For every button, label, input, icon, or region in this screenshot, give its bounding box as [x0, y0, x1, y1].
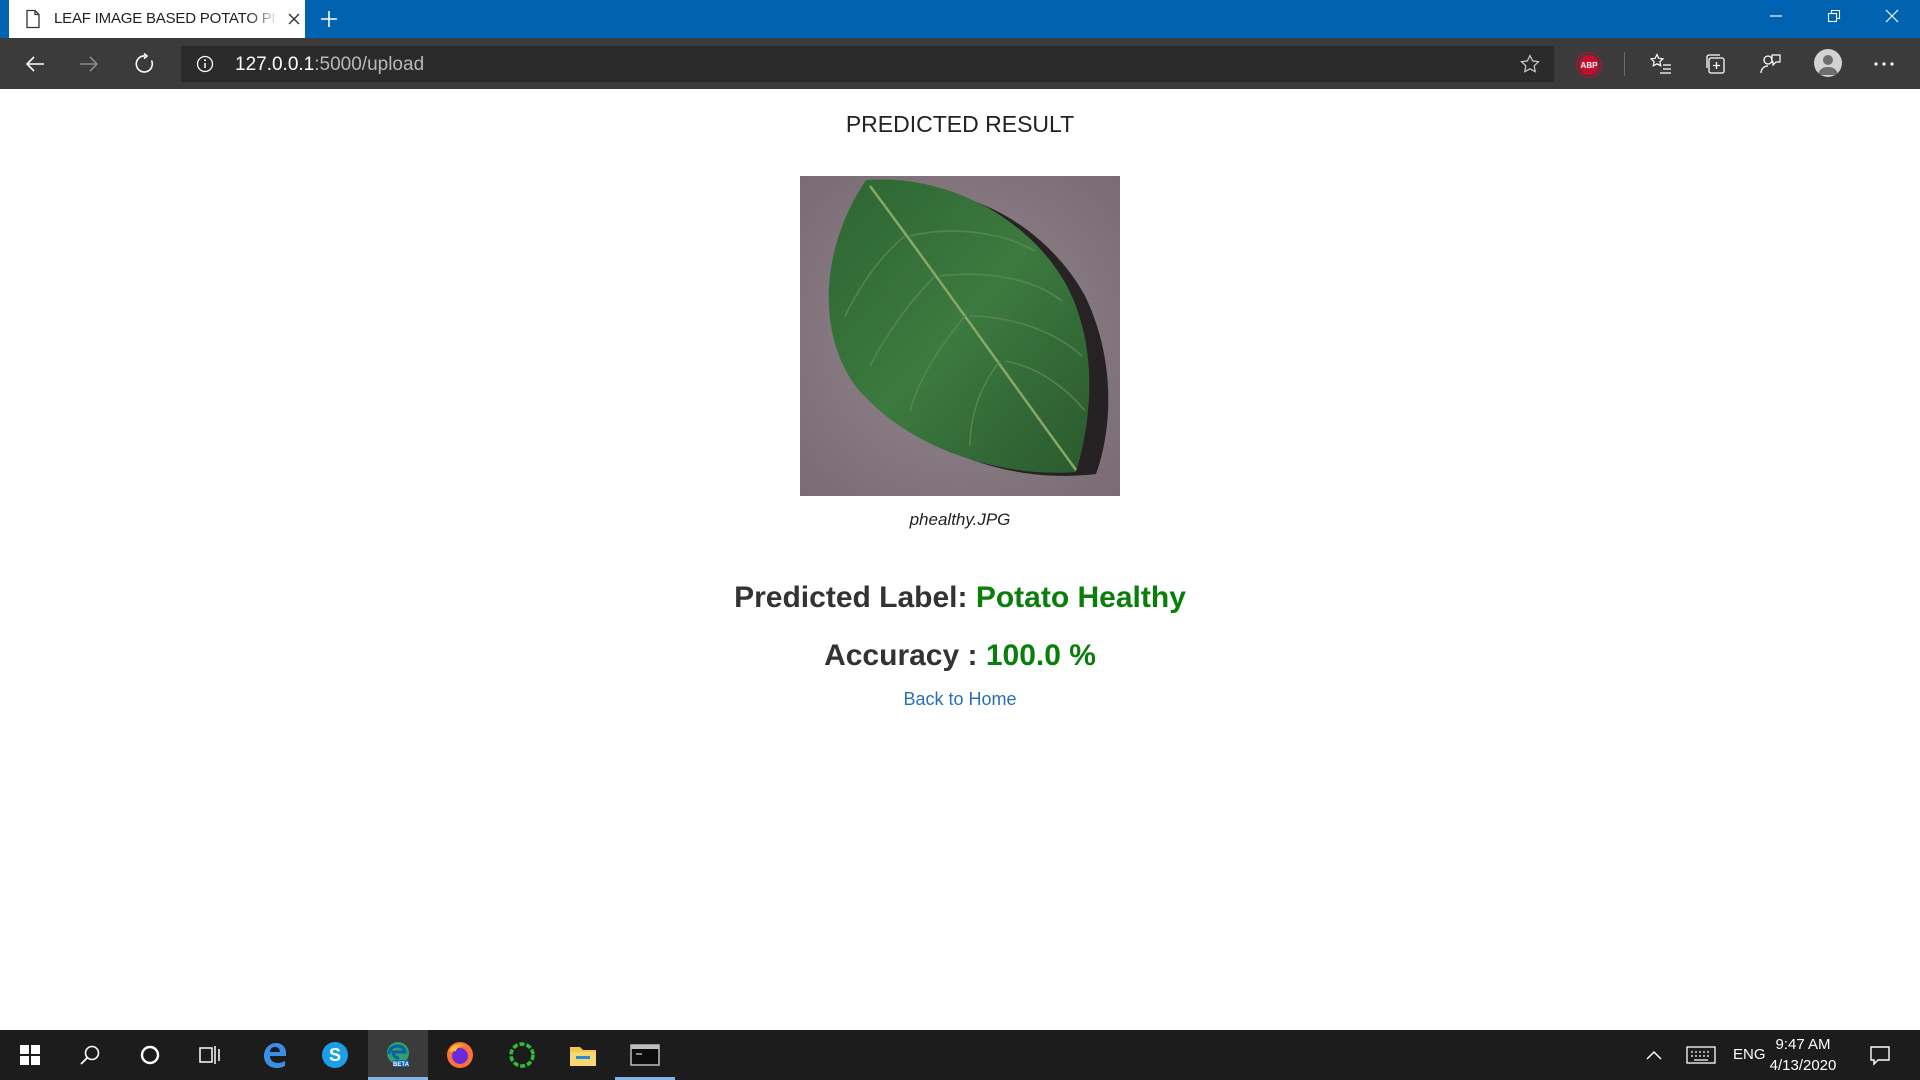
keyboard-icon [1686, 1046, 1716, 1064]
feedback-icon [1760, 54, 1781, 74]
favorite-star-icon[interactable] [1520, 54, 1540, 74]
cortana-circle-icon [140, 1045, 160, 1065]
start-button[interactable] [0, 1030, 60, 1080]
favorites-button[interactable] [1645, 48, 1677, 80]
predicted-label: Predicted Label: Potato Healthy [0, 581, 1920, 615]
collections-icon [1706, 54, 1725, 74]
taskbar-green-app[interactable] [492, 1030, 552, 1080]
clock-time: 9:47 AM [1775, 1036, 1831, 1053]
url-text[interactable]: 127.0.0.1:5000/upload [235, 54, 424, 76]
refresh-icon [135, 53, 154, 73]
toolbar-divider [1624, 52, 1625, 76]
svg-text:BETA: BETA [393, 1062, 410, 1068]
action-center-button[interactable] [1858, 1030, 1902, 1080]
adblock-extension-icon[interactable]: ABP [1577, 53, 1601, 77]
task-view-button[interactable] [180, 1030, 240, 1080]
edge-legacy-icon [264, 1043, 286, 1068]
taskbar-edge-legacy[interactable] [244, 1030, 304, 1080]
url-path: :5000/upload [314, 54, 425, 75]
profile-avatar[interactable] [1814, 49, 1842, 77]
notification-icon [1870, 1046, 1890, 1066]
more-dots-icon [1874, 62, 1894, 66]
user-icon [1818, 55, 1838, 75]
close-window-button[interactable] [1864, 0, 1920, 32]
image-caption: phealthy.JPG [909, 510, 1011, 529]
firefox-icon [447, 1042, 473, 1068]
minimize-button[interactable] [1748, 0, 1804, 32]
taskbar-edge-beta[interactable]: BETA [368, 1030, 428, 1080]
chevron-up-icon [1646, 1050, 1662, 1060]
taskbar-firefox[interactable] [430, 1030, 490, 1080]
close-tab-icon[interactable] [286, 11, 302, 27]
back-button[interactable] [19, 48, 51, 80]
windows-logo-icon [20, 1045, 40, 1065]
close-icon [1885, 9, 1899, 23]
accuracy: Accuracy : 100.0 % [0, 639, 1920, 673]
tab-title: LEAF IMAGE BASED POTATO PLA [54, 10, 274, 27]
task-view-icon [199, 1046, 220, 1064]
back-arrow-icon [25, 56, 44, 72]
taskbar-search-button[interactable] [60, 1030, 120, 1080]
input-language[interactable]: ENG [1733, 1046, 1766, 1063]
browser-titlebar: LEAF IMAGE BASED POTATO PLA [0, 0, 1920, 38]
show-hidden-icons-button[interactable] [1634, 1030, 1674, 1080]
page-icon [26, 9, 40, 29]
skype-icon: S [322, 1042, 348, 1068]
terminal-icon [630, 1044, 660, 1066]
info-icon[interactable] [196, 55, 214, 73]
taskbar-skype[interactable]: S [305, 1030, 365, 1080]
restore-icon [1827, 9, 1841, 23]
predicted-label-prefix: Predicted Label: [734, 581, 976, 614]
restore-button[interactable] [1806, 0, 1862, 32]
forward-button[interactable] [73, 48, 105, 80]
svg-text:S: S [329, 1045, 341, 1065]
favorites-list-icon [1649, 53, 1671, 74]
page-title: PREDICTED RESULT [845, 111, 1075, 137]
collections-button[interactable] [1700, 48, 1732, 80]
accuracy-prefix: Accuracy : [824, 639, 986, 672]
feedback-button[interactable] [1754, 48, 1786, 80]
page-content: PREDICTED RESULT phealthy.JPG Predicted … [0, 89, 1920, 1030]
address-bar[interactable]: 127.0.0.1:5000/upload [181, 46, 1554, 82]
clock-date: 4/13/2020 [1769, 1057, 1837, 1074]
minimize-icon [1770, 15, 1782, 17]
refresh-button[interactable] [129, 48, 161, 80]
cortana-button[interactable] [120, 1030, 180, 1080]
taskbar-clock[interactable]: 9:47 AM 4/13/2020 [1763, 1034, 1843, 1076]
green-ring-icon [509, 1042, 535, 1068]
url-host: 127.0.0.1 [235, 54, 315, 75]
back-to-home-link[interactable]: Back to Home [0, 689, 1920, 710]
forward-arrow-icon [80, 56, 99, 72]
edge-beta-icon: BETA [387, 1042, 410, 1068]
browser-toolbar: 127.0.0.1:5000/upload ABP [0, 38, 1920, 89]
new-tab-icon[interactable] [318, 8, 340, 30]
more-menu-button[interactable] [1868, 48, 1900, 80]
windows-taskbar: S BETA ENG 9:47 AM 4/13/2020 [0, 1030, 1920, 1080]
predicted-label-value: Potato Healthy [975, 581, 1186, 614]
folder-icon [570, 1047, 596, 1066]
taskbar-file-explorer[interactable] [553, 1030, 613, 1080]
accuracy-value: 100.0 % [985, 639, 1096, 672]
search-icon [80, 1045, 100, 1065]
browser-tab[interactable]: LEAF IMAGE BASED POTATO PLA [9, 0, 305, 38]
uploaded-leaf-image [800, 176, 1120, 496]
touch-keyboard-button[interactable] [1681, 1030, 1721, 1080]
taskbar-terminal[interactable] [615, 1030, 675, 1080]
